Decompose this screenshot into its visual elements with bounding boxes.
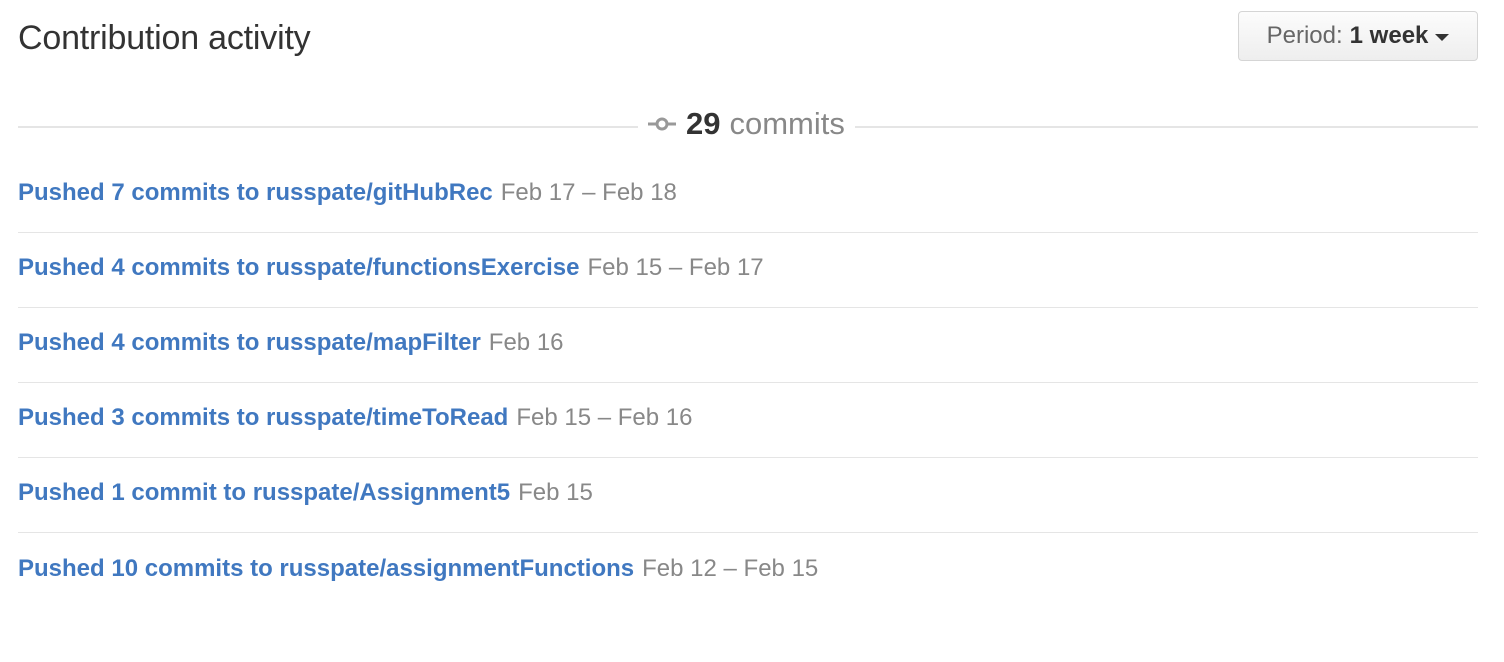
activity-date: Feb 15: [518, 479, 593, 506]
period-label: Period:: [1266, 22, 1343, 49]
activity-date: Feb 12 – Feb 15: [642, 554, 819, 582]
caret-down-icon: [1435, 34, 1450, 41]
activity-link[interactable]: Pushed 1 commit to russpate/Assignment5: [18, 479, 510, 507]
list-item: Pushed 10 commits to russpate/assignment…: [18, 533, 1478, 608]
period-value: 1 week: [1349, 22, 1429, 49]
activity-link[interactable]: Pushed 10 commits to russpate/assignment…: [18, 555, 634, 583]
activity-list: Pushed 7 commits to russpate/gitHubRec F…: [18, 158, 1478, 608]
activity-header: Contribution activity Period: 1 week: [18, 0, 1478, 80]
activity-date: Feb 15 – Feb 16: [516, 404, 693, 431]
activity-link[interactable]: Pushed 4 commits to russpate/functionsEx…: [18, 254, 580, 282]
list-item: Pushed 1 commit to russpate/Assignment5 …: [18, 458, 1478, 533]
commit-unit: commits: [729, 106, 845, 141]
contribution-activity-page: Contribution activity Period: 1 week 29 …: [0, 0, 1504, 662]
list-item: Pushed 7 commits to russpate/gitHubRec F…: [18, 158, 1478, 233]
list-item: Pushed 4 commits to russpate/mapFilter F…: [18, 308, 1478, 383]
list-item: Pushed 3 commits to russpate/timeToRead …: [18, 383, 1478, 458]
period-dropdown-button[interactable]: Period: 1 week: [1238, 11, 1478, 61]
activity-date: Feb 17 – Feb 18: [500, 179, 677, 206]
git-commit-icon: [648, 117, 676, 131]
commit-summary: 29 commits: [18, 104, 1478, 144]
page-title: Contribution activity: [18, 19, 311, 57]
summary-label: 29 commits: [638, 104, 855, 144]
list-item: Pushed 4 commits to russpate/functionsEx…: [18, 233, 1478, 308]
activity-date: Feb 15 – Feb 17: [587, 254, 764, 281]
activity-link[interactable]: Pushed 4 commits to russpate/mapFilter: [18, 329, 481, 357]
activity-link[interactable]: Pushed 3 commits to russpate/timeToRead: [18, 404, 508, 432]
activity-link[interactable]: Pushed 7 commits to russpate/gitHubRec: [18, 179, 493, 207]
commit-count: 29: [686, 106, 721, 141]
activity-date: Feb 16: [488, 329, 564, 356]
